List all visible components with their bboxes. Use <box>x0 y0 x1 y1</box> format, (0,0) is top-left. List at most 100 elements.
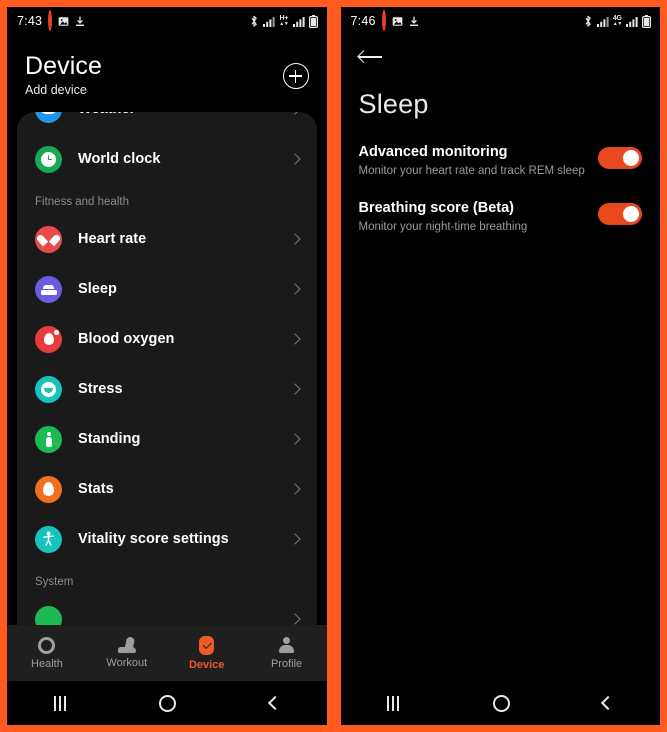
list-item-stats[interactable]: Stats <box>17 464 317 514</box>
list-item-world-clock[interactable]: World clock <box>17 134 317 184</box>
back-button[interactable] <box>601 695 616 711</box>
tab-device[interactable]: Device <box>167 625 247 681</box>
chevron-right-icon <box>288 533 301 545</box>
image-icon <box>58 16 69 27</box>
tab-health[interactable]: Health <box>7 625 87 681</box>
detail-page-title: Sleep <box>358 89 429 119</box>
watch-check-icon <box>199 635 215 655</box>
back-arrow-icon[interactable] <box>356 49 383 65</box>
chevron-right-icon <box>288 613 301 625</box>
device-list-scroll[interactable]: Weather World clock Fitness and health H… <box>17 112 317 625</box>
setting-title: Breathing score (Beta) <box>358 200 515 216</box>
add-device-button[interactable] <box>282 63 309 89</box>
section-fitness-and-health: Fitness and health <box>35 196 129 208</box>
list-item-label: Blood oxygen <box>78 331 175 347</box>
flame-icon <box>35 475 62 503</box>
list-item-label: Stress <box>78 381 123 397</box>
bluetooth-icon <box>583 15 593 28</box>
left-status-bar: 7:43 H+ ▲▼ <box>7 7 327 35</box>
setting-title: Advanced monitoring <box>358 144 508 160</box>
list-item-blood-oxygen[interactable]: Blood oxygen <box>17 314 317 364</box>
chevron-right-icon <box>288 383 301 395</box>
blood-drop-icon <box>35 325 62 353</box>
settings-list: Advanced monitoring Monitor your heart r… <box>358 144 642 234</box>
heart-icon <box>35 225 62 253</box>
right-phone-panel: 7:46 4G ▲▼ Sleep Advanced monitoring Mon… <box>333 0 667 732</box>
android-nav-bar <box>340 681 660 725</box>
tab-label: Profile <box>270 657 303 670</box>
left-phone-panel: 7:43 H+ ▲▼ Device Add device World clock… <box>0 0 334 732</box>
chevron-right-icon <box>288 333 301 345</box>
setting-row-advanced-monitoring: Advanced monitoring Monitor your heart r… <box>358 144 642 178</box>
list-item-clipped[interactable] <box>17 594 317 625</box>
chevron-right-icon <box>288 233 301 245</box>
health-ring-icon <box>38 636 56 654</box>
list-item-vitality-score-settings[interactable]: Vitality score settings <box>17 514 317 564</box>
signal-bars-icon <box>292 16 305 27</box>
weather-icon <box>35 112 62 123</box>
bluetooth-icon <box>249 15 259 28</box>
person-icon <box>278 636 295 654</box>
standing-person-icon <box>35 425 62 453</box>
network-type-icon: 4G ▲▼ <box>612 15 623 27</box>
list-item-sleep[interactable]: Sleep <box>17 264 317 314</box>
status-time: 7:43 <box>17 14 43 28</box>
list-item-label: Vitality score settings <box>78 531 229 547</box>
list-item-label: World clock <box>78 151 161 167</box>
tab-label: Device <box>188 658 225 671</box>
tab-profile[interactable]: Profile <box>247 625 327 681</box>
partial-icon <box>35 605 62 625</box>
recents-button[interactable] <box>387 695 400 711</box>
tab-label: Workout <box>106 657 148 669</box>
list-item-heart-rate[interactable]: Heart rate <box>17 214 317 264</box>
list-item-label: Stats <box>78 481 114 497</box>
device-list-card: Weather World clock Fitness and health H… <box>17 112 317 625</box>
shoe-icon <box>117 636 136 653</box>
recents-button[interactable] <box>53 695 66 711</box>
bottom-tab-bar: Health Workout Device Profile <box>7 625 327 681</box>
setting-subtitle: Monitor your night-time breathing <box>358 221 528 233</box>
chevron-right-icon <box>288 483 301 495</box>
list-item-label: Sleep <box>78 281 117 297</box>
signal-bars-icon <box>263 16 275 27</box>
screenshot-stage: 7:43 H+ ▲▼ Device Add device World clock… <box>0 0 667 732</box>
page-title: Device <box>25 52 103 80</box>
battery-icon <box>642 14 652 28</box>
back-button[interactable] <box>267 695 282 711</box>
status-time: 7:46 <box>350 14 376 28</box>
download-icon <box>75 16 85 27</box>
home-button[interactable] <box>159 694 177 712</box>
list-item-label: Weather <box>78 112 275 117</box>
chevron-right-icon <box>288 112 301 115</box>
list-item-label: Standing <box>78 431 141 447</box>
setting-row-breathing-score: Breathing score (Beta) Monitor your nigh… <box>358 200 642 234</box>
list-item-stress[interactable]: Stress <box>17 364 317 414</box>
advanced-monitoring-toggle[interactable] <box>598 147 642 169</box>
signal-bars-icon <box>596 16 609 27</box>
android-nav-bar <box>7 681 327 725</box>
home-button[interactable] <box>492 694 510 712</box>
page-subtitle: Add device <box>25 83 87 97</box>
section-system: System <box>35 576 74 588</box>
chevron-right-icon <box>288 153 301 165</box>
tab-workout[interactable]: Workout <box>87 625 167 681</box>
chevron-right-icon <box>288 433 301 445</box>
signal-bars-icon <box>626 16 638 27</box>
battery-icon <box>308 14 318 28</box>
list-item-standing[interactable]: Standing <box>17 414 317 464</box>
setting-subtitle: Monitor your heart rate and track REM sl… <box>358 165 585 177</box>
list-item-label: Heart rate <box>78 231 147 247</box>
chevron-right-icon <box>288 283 301 295</box>
right-status-bar: 7:46 4G ▲▼ <box>340 7 660 35</box>
clock-icon <box>35 145 62 173</box>
sleep-settings-body: Sleep Advanced monitoring Monitor your h… <box>340 35 660 681</box>
image-icon <box>392 16 403 27</box>
smiley-face-icon <box>35 375 62 403</box>
breathing-score-toggle[interactable] <box>598 203 642 225</box>
device-header: Device Add device <box>7 35 327 112</box>
bed-icon <box>35 275 62 303</box>
vitality-figure-icon <box>35 525 62 553</box>
download-icon <box>409 16 419 27</box>
network-type-icon: H+ ▲▼ <box>279 15 289 27</box>
list-item-weather[interactable]: Weather <box>17 112 317 134</box>
